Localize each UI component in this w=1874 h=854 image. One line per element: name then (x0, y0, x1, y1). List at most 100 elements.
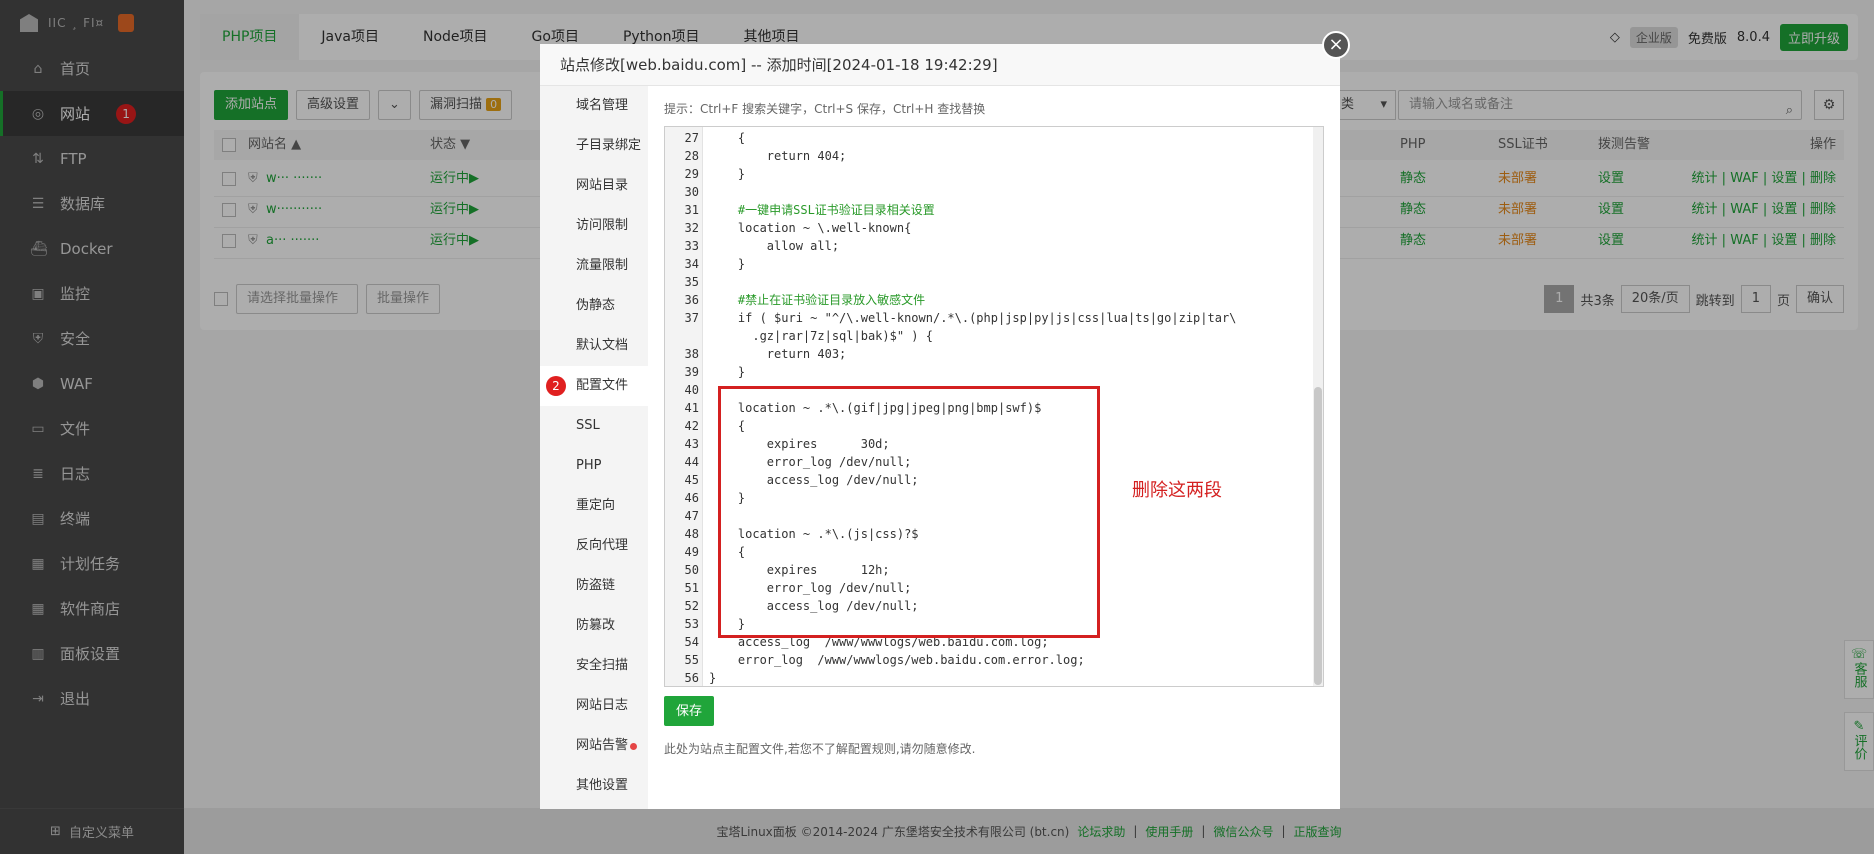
code-line: 36 #禁止在证书验证目录放入敏感文件 (665, 291, 926, 309)
modal-nav-item[interactable]: 访问限制 (540, 206, 648, 246)
modal-nav-item[interactable]: 配置文件 2 (540, 366, 648, 406)
code-line: 30 (665, 183, 699, 201)
code-text: return 404; (709, 149, 847, 163)
code-line: 53 } (665, 615, 746, 633)
modal-nav-item[interactable]: 网站告警 (540, 726, 648, 766)
line-number: 35 (684, 275, 699, 289)
modal-title: 站点修改[web.baidu.com] -- 添加时间[2024-01-18 1… (540, 44, 1340, 86)
scrollbar-thumb[interactable] (1314, 387, 1322, 685)
modal-nav-item[interactable]: 反向代理 (540, 526, 648, 566)
line-number: 30 (684, 185, 699, 199)
code-text: } (709, 365, 746, 379)
modal-nav-label: 伪静态 (576, 298, 616, 313)
modal-nav-label: 网站告警 (576, 738, 629, 753)
line-number: 34 (684, 257, 699, 271)
line-number: 33 (684, 239, 699, 253)
code-text: } (709, 257, 746, 271)
modal-nav-item[interactable]: 安全扫描 (540, 646, 648, 686)
code-line: 31 #一键申请SSL证书验证目录相关设置 (665, 201, 935, 219)
modal-nav-label: 子目录绑定 (576, 138, 642, 153)
code-text: error_log /www/wwwlogs/web.baidu.com.err… (709, 653, 1085, 667)
line-number: 36 (684, 293, 699, 307)
config-warning-note: 此处为站点主配置文件,若您不了解配置规则,请勿随意修改. (664, 742, 976, 756)
code-line: 41 location ~ .*\.(gif|jpg|jpeg|png|bmp|… (665, 399, 1042, 417)
code-line: 54 access_log /www/wwwlogs/web.baidu.com… (665, 633, 1049, 651)
modal-nav-label: 重定向 (576, 498, 616, 513)
code-line: 55 error_log /www/wwwlogs/web.baidu.com.… (665, 651, 1085, 669)
code-line: 52 access_log /dev/null; (665, 597, 919, 615)
line-number: 42 (684, 419, 699, 433)
modal-nav-item[interactable]: 网站目录 (540, 166, 648, 206)
modal-nav: 域名管理子目录绑定网站目录访问限制流量限制伪静态默认文档配置文件 2 SSL PHP 重… (540, 86, 648, 809)
line-number: 54 (684, 635, 699, 649)
modal-nav-item[interactable]: 伪静态 (540, 286, 648, 326)
modal-nav-item[interactable]: 其他设置 (540, 766, 648, 806)
editor-hint: 提示：Ctrl+F 搜索关键字，Ctrl+S 保存，Ctrl+H 查找替换 (664, 102, 986, 116)
line-number: 31 (684, 203, 699, 217)
code-line: 33 allow all; (665, 237, 840, 255)
code-text: #禁止在证书验证目录放入敏感文件 (709, 293, 926, 307)
code-line: 34 } (665, 255, 746, 273)
modal-nav-label: 其他设置 (576, 778, 629, 793)
modal-nav-label: 防盗链 (576, 578, 616, 593)
line-number: 32 (684, 221, 699, 235)
modal-nav-item[interactable]: 子目录绑定 (540, 126, 648, 166)
save-button[interactable]: 保存 (664, 696, 715, 726)
line-number: 29 (684, 167, 699, 181)
line-number: 28 (684, 149, 699, 163)
modal-nav-item[interactable]: 防篡改 (540, 606, 648, 646)
code-line: 35 (665, 273, 699, 291)
modal-nav-item[interactable]: PHP (540, 446, 648, 486)
code-line: 40 (665, 381, 699, 399)
modal-nav-label: 默认文档 (576, 338, 629, 353)
code-line: 29 } (665, 165, 746, 183)
line-number: 40 (684, 383, 699, 397)
code-line: 43 expires 30d; (665, 435, 890, 453)
code-text: #一键申请SSL证书验证目录相关设置 (709, 203, 935, 217)
close-icon[interactable]: × (1322, 31, 1350, 59)
code-text: .gz|rar|7z|sql|bak)$" ) { (709, 329, 933, 343)
code-line: 56} (665, 669, 717, 686)
code-text: } (709, 167, 746, 181)
modal-nav-label: 域名管理 (576, 98, 629, 113)
code-line: 48 location ~ .*\.(js|css)?$ (665, 525, 919, 543)
line-number: 45 (684, 473, 699, 487)
code-text: allow all; (709, 239, 840, 253)
code-line: 42 { (665, 417, 746, 435)
line-number: 43 (684, 437, 699, 451)
code-line: 49 { (665, 543, 746, 561)
modal-nav-item[interactable]: 网站日志 (540, 686, 648, 726)
alert-dot-icon (630, 743, 637, 750)
modal-nav-item[interactable]: SSL (540, 406, 648, 446)
code-line: 38 return 403; (665, 345, 847, 363)
line-number: 51 (684, 581, 699, 595)
code-line: 47 (665, 507, 699, 525)
editor-scrollbar[interactable] (1313, 127, 1323, 686)
modal-nav-label: 访问限制 (576, 218, 629, 233)
modal-nav-item[interactable]: 重定向 (540, 486, 648, 526)
code-line: 37 if ( $uri ~ "^/\.well-known/.*\.(php|… (665, 309, 1237, 327)
modal-nav-label: 安全扫描 (576, 658, 629, 673)
code-text: { (709, 131, 746, 145)
line-number: 44 (684, 455, 699, 469)
modal-nav-item[interactable]: 防盗链 (540, 566, 648, 606)
annotation-highlight-box (718, 386, 1100, 638)
code-line: 32 location ~ \.well-known{ (665, 219, 912, 237)
modal-nav-item[interactable]: 流量限制 (540, 246, 648, 286)
line-number: 37 (684, 311, 699, 325)
line-number: 46 (684, 491, 699, 505)
modal-nav-item[interactable]: 默认文档 (540, 326, 648, 366)
code-line: 44 error_log /dev/null; (665, 453, 912, 471)
modal-nav-item[interactable]: 域名管理 (540, 86, 648, 126)
line-number: 50 (684, 563, 699, 577)
code-line: 45 access_log /dev/null; (665, 471, 919, 489)
line-number: 38 (684, 347, 699, 361)
modal-nav-label: 流量限制 (576, 258, 629, 273)
modal-nav-label: 反向代理 (576, 538, 629, 553)
line-number: 53 (684, 617, 699, 631)
modal-nav-label: 网站日志 (576, 698, 629, 713)
line-number: 27 (684, 131, 699, 145)
line-number: 47 (684, 509, 699, 523)
code-line: 28 return 404; (665, 147, 847, 165)
line-number: 39 (684, 365, 699, 379)
